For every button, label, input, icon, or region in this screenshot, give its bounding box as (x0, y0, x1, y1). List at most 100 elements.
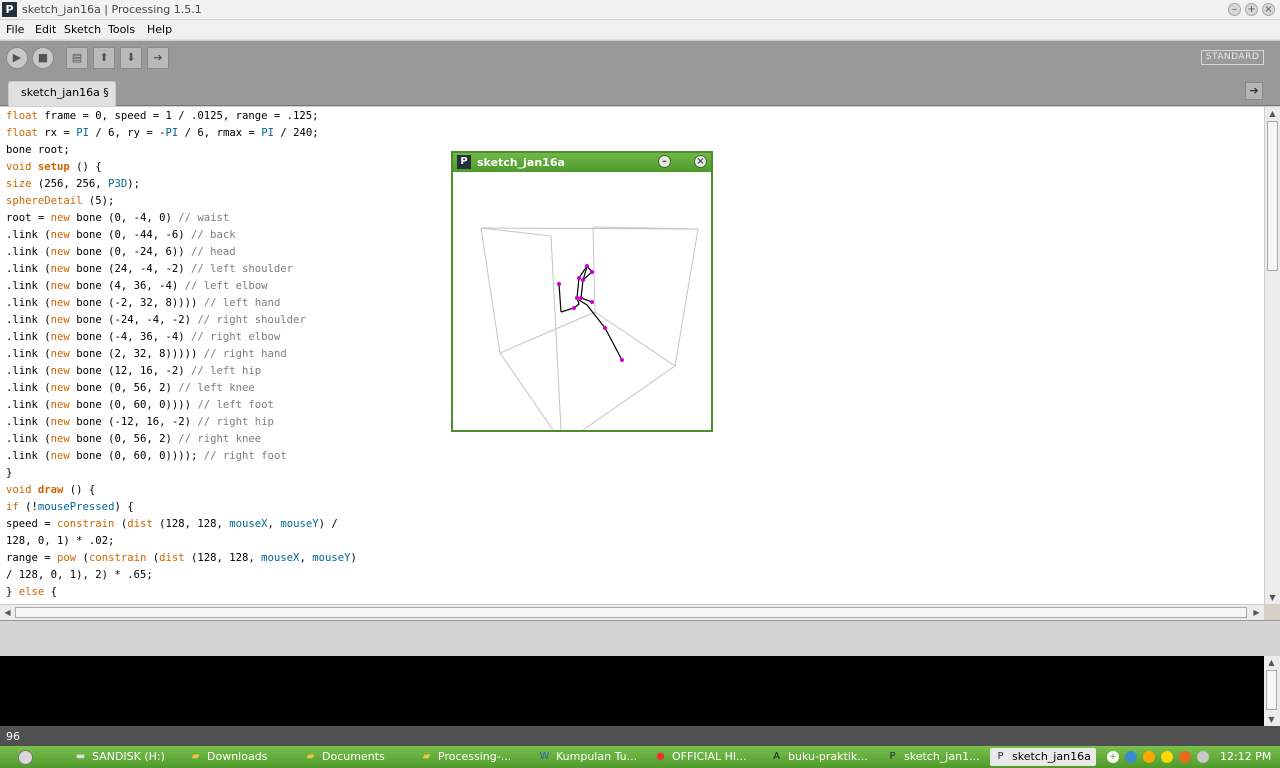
code-line[interactable]: void setup () { (6, 159, 357, 176)
code-line[interactable]: .link (new bone (-4, 36, -4) // right el… (6, 329, 357, 346)
scroll-right-icon[interactable]: ▶ (1249, 606, 1264, 619)
code-line[interactable]: void draw () { (6, 482, 357, 499)
sketch-window[interactable]: P sketch_jan16a – × (451, 151, 713, 432)
code-line[interactable]: float frame = 0, speed = 1 / .0125, rang… (6, 108, 357, 125)
console-scroll-down-icon[interactable]: ▼ (1264, 713, 1279, 726)
start-button[interactable] (18, 750, 33, 765)
code-line[interactable]: .link (new bone (-24, -4, -2) // right s… (6, 312, 357, 329)
sketch-close-button[interactable]: × (694, 155, 707, 168)
menu-tools[interactable]: Tools (108, 23, 135, 36)
taskbar-item[interactable]: ▰ Processing-... (416, 748, 526, 766)
menu-edit[interactable]: Edit (35, 23, 56, 36)
minimize-button[interactable]: – (1228, 3, 1241, 16)
code-line[interactable]: sphereDetail (5); (6, 193, 357, 210)
window-title: sketch_jan16a | Processing 1.5.1 (22, 3, 202, 16)
folder-icon: ▰ (422, 751, 431, 762)
sketch-title-bar[interactable]: P sketch_jan16a – × (453, 153, 711, 172)
line-status-bar: 96 (0, 726, 1280, 746)
taskbar-item[interactable]: ▰ Documents (300, 748, 405, 766)
editor-horizontal-scrollbar[interactable]: ◀ ▶ (0, 604, 1264, 620)
new-button[interactable]: ▤ (66, 47, 88, 69)
export-icon: ➔ (153, 51, 163, 64)
network-icon[interactable] (1125, 751, 1137, 763)
taskbar-item[interactable]: W Kumpulan Tu... (534, 748, 642, 766)
code-line[interactable]: size (256, 256, P3D); (6, 176, 357, 193)
code-line[interactable]: .link (new bone (4, 36, -4) // left elbo… (6, 278, 357, 295)
save-button[interactable]: ⬇ (120, 47, 142, 69)
scroll-up-icon[interactable]: ▲ (1265, 107, 1280, 120)
bounding-box (480, 226, 699, 430)
menu-sketch[interactable]: Sketch (64, 23, 101, 36)
code-line[interactable]: .link (new bone (0, 60, 0)))) // left fo… (6, 397, 357, 414)
console-scroll-up-icon[interactable]: ▲ (1264, 656, 1279, 669)
taskbar-item[interactable]: Psketch_jan1... (882, 748, 982, 766)
taskbar-item[interactable]: ▰ Downloads (185, 748, 290, 766)
code-line[interactable]: root = new bone (0, -4, 0) // waist (6, 210, 357, 227)
code-line[interactable]: } (6, 465, 357, 482)
code-line[interactable]: .link (new bone (2, 32, 8))))) // right … (6, 346, 357, 363)
tab-menu-button[interactable]: ➔ (1245, 82, 1263, 100)
code-line[interactable]: .link (new bone (0, -24, 6)) // head (6, 244, 357, 261)
code-line[interactable]: .link (new bone (-2, 32, 8)))) // left h… (6, 295, 357, 312)
code-line[interactable]: bone root; (6, 142, 357, 159)
taskbar-item-label: sketch_jan16a (1012, 750, 1091, 763)
code-line[interactable]: 128, 0, 1) * .02; (6, 533, 357, 550)
scroll-down-icon[interactable]: ▼ (1265, 591, 1280, 604)
code-line[interactable]: } else { (6, 584, 357, 601)
joints (557, 264, 624, 362)
sketch-minimize-button[interactable]: – (658, 155, 671, 168)
tab-strip (0, 76, 1280, 106)
open-button[interactable]: ⬆ (93, 47, 115, 69)
code-line[interactable]: .link (new bone (0, 56, 2) // right knee (6, 431, 357, 448)
tray-misc-icon[interactable] (1197, 751, 1209, 763)
code-line[interactable]: if (!mousePressed) { (6, 499, 357, 516)
processing-app-icon: P (457, 155, 471, 169)
taskbar-item[interactable]: Psketch_jan16a (990, 748, 1096, 766)
message-area (0, 620, 1280, 656)
tray-add-icon[interactable]: + (1107, 751, 1119, 763)
scroll-left-icon[interactable]: ◀ (0, 606, 15, 619)
taskbar-item[interactable]: Abuku-praktik... (766, 748, 874, 766)
code-line[interactable]: range = pow (constrain (dist (128, 128, … (6, 550, 357, 567)
tab-sketch[interactable]: sketch_jan16a § (8, 81, 116, 106)
code-line[interactable]: .link (new bone (0, -44, -6) // back (6, 227, 357, 244)
console[interactable] (0, 656, 1264, 726)
mode-selector[interactable]: STANDARD (1201, 50, 1264, 65)
taskbar-item[interactable]: ▬ SANDISK (H:) (70, 748, 175, 766)
tray-status-icon[interactable] (1161, 751, 1173, 763)
taskbar-item[interactable]: ● OFFICIAL HI... (650, 748, 758, 766)
close-button[interactable]: × (1262, 3, 1275, 16)
code-line[interactable]: .link (new bone (-12, 16, -2) // right h… (6, 414, 357, 431)
code-line[interactable]: .link (new bone (24, -4, -2) // left sho… (6, 261, 357, 278)
pdf-icon: A (773, 751, 780, 762)
menu-help[interactable]: Help (147, 23, 172, 36)
horizontal-scroll-thumb[interactable] (15, 607, 1247, 618)
code-line[interactable]: speed = constrain (dist (128, 128, mouse… (6, 516, 357, 533)
volume-icon[interactable] (1179, 751, 1191, 763)
stop-button[interactable]: ■ (32, 47, 54, 69)
clock[interactable]: 12:12 PM (1220, 750, 1271, 763)
console-scroll-thumb[interactable] (1266, 670, 1277, 710)
taskbar-item-label: Downloads (207, 750, 268, 763)
code-line[interactable]: / 128, 0, 1), 2) * .65; (6, 567, 357, 584)
editor-vertical-scrollbar[interactable]: ▲ ▼ (1264, 107, 1280, 604)
close-icon: × (696, 156, 705, 167)
console-scrollbar[interactable]: ▲ ▼ (1264, 656, 1280, 726)
new-file-icon: ▤ (71, 51, 83, 64)
folder-icon: ▰ (306, 751, 315, 762)
run-button[interactable]: ▶ (6, 47, 28, 69)
minimize-icon: – (1232, 4, 1237, 15)
code-text[interactable]: float frame = 0, speed = 1 / .0125, rang… (6, 108, 357, 601)
code-line[interactable]: float rx = PI / 6, ry = -PI / 6, rmax = … (6, 125, 357, 142)
code-line[interactable]: .link (new bone (12, 16, -2) // left hip (6, 363, 357, 380)
word-icon: W (539, 751, 550, 762)
vertical-scroll-thumb[interactable] (1267, 121, 1278, 271)
menu-file[interactable]: File (6, 23, 24, 36)
tray-app-icon[interactable] (1143, 751, 1155, 763)
sketch-canvas[interactable] (453, 172, 711, 430)
maximize-button[interactable]: + (1245, 3, 1258, 16)
export-button[interactable]: ➔ (147, 47, 169, 69)
code-line[interactable]: .link (new bone (0, 60, 0)))); // right … (6, 448, 357, 465)
taskbar-item-label: OFFICIAL HI... (672, 750, 747, 763)
code-line[interactable]: .link (new bone (0, 56, 2) // left knee (6, 380, 357, 397)
